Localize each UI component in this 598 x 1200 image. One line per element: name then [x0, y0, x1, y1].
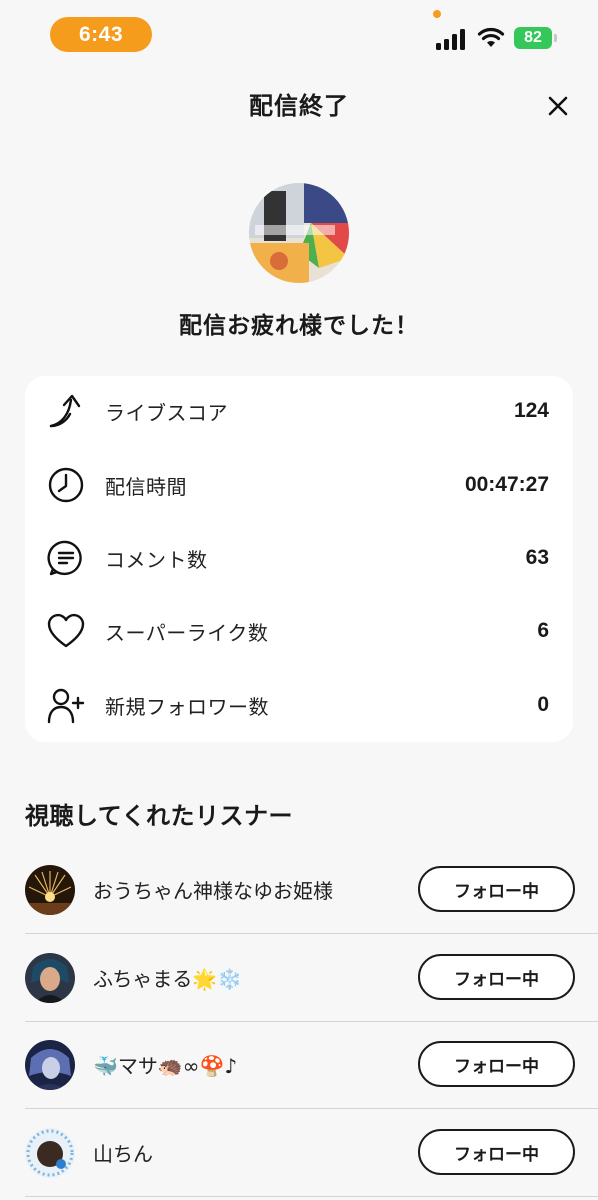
stat-label: スーパーライク数 — [105, 620, 269, 645]
row-divider — [25, 1196, 598, 1197]
following-button[interactable]: フォロー中 — [418, 1041, 575, 1087]
listener-row: ふちゃまる🌟❄️ フォロー中 — [25, 934, 598, 1022]
listener-name[interactable]: 山ちん — [93, 1138, 153, 1167]
cellular-signal-icon — [436, 29, 465, 50]
stat-row-new-followers: 新規フォロワー数 0 — [25, 683, 573, 727]
listeners-section-title: 視聴してくれたリスナー — [25, 802, 294, 830]
stat-label: ライブスコア — [105, 400, 228, 425]
status-bar: 6:43 82 — [0, 0, 598, 60]
stat-label: 配信時間 — [105, 474, 187, 499]
stat-row-stream-time: 配信時間 00:47:27 — [25, 463, 573, 507]
close-icon[interactable] — [540, 88, 576, 124]
stat-value: 6 — [537, 619, 549, 642]
listener-name[interactable]: ふちゃまる🌟❄️ — [93, 963, 242, 992]
status-time: 6:43 — [50, 17, 152, 52]
stats-card: ライブスコア 124 配信時間 00:47:27 コメント数 63 スーパーライ… — [25, 376, 573, 742]
clock-icon — [48, 467, 84, 503]
listener-row: 山ちん フォロー中 — [25, 1109, 598, 1197]
avatar — [25, 953, 75, 1003]
recording-indicator-dot — [433, 10, 441, 18]
avatar — [25, 865, 75, 915]
listener-row: 🐳マサ🦔∞🍄♪ フォロー中 — [25, 1021, 598, 1109]
stream-thumbnail — [249, 183, 349, 283]
battery-level: 82 — [514, 27, 552, 49]
avatar — [25, 1040, 75, 1090]
listener-name[interactable]: おうちゃん神様なゆお姫様 — [93, 875, 333, 904]
wifi-icon — [477, 27, 505, 47]
hero-message: 配信お疲れ様でした！ — [179, 313, 419, 339]
avatar — [25, 1128, 75, 1178]
stat-value: 0 — [537, 693, 549, 716]
stat-row-super-likes: スーパーライク数 6 — [25, 609, 573, 653]
stat-label: 新規フォロワー数 — [105, 694, 269, 719]
listener-name[interactable]: 🐳マサ🦔∞🍄♪ — [93, 1050, 237, 1079]
stat-value: 124 — [513, 399, 549, 422]
stat-value: 63 — [525, 546, 549, 569]
stat-row-live-score: ライブスコア 124 — [25, 389, 573, 433]
listener-row: おうちゃん神様なゆお姫様 フォロー中 — [25, 846, 598, 934]
following-button[interactable]: フォロー中 — [418, 954, 575, 1000]
comment-icon — [47, 540, 82, 576]
rising-arrow-icon — [49, 394, 81, 428]
stream-ended-screen: 6:43 82 配信終了 配信お疲れ様でした！ ライブスコア 124 配信時間 … — [0, 0, 598, 1200]
battery-indicator: 82 — [514, 27, 558, 49]
add-user-icon — [47, 688, 85, 724]
page-title: 配信終了 — [249, 92, 349, 120]
following-button[interactable]: フォロー中 — [418, 866, 575, 912]
stat-label: コメント数 — [105, 547, 208, 572]
stat-row-comments: コメント数 63 — [25, 536, 573, 580]
heart-icon — [47, 613, 85, 648]
battery-cap — [554, 34, 557, 42]
stat-value: 00:47:27 — [464, 473, 549, 496]
following-button[interactable]: フォロー中 — [418, 1129, 575, 1175]
